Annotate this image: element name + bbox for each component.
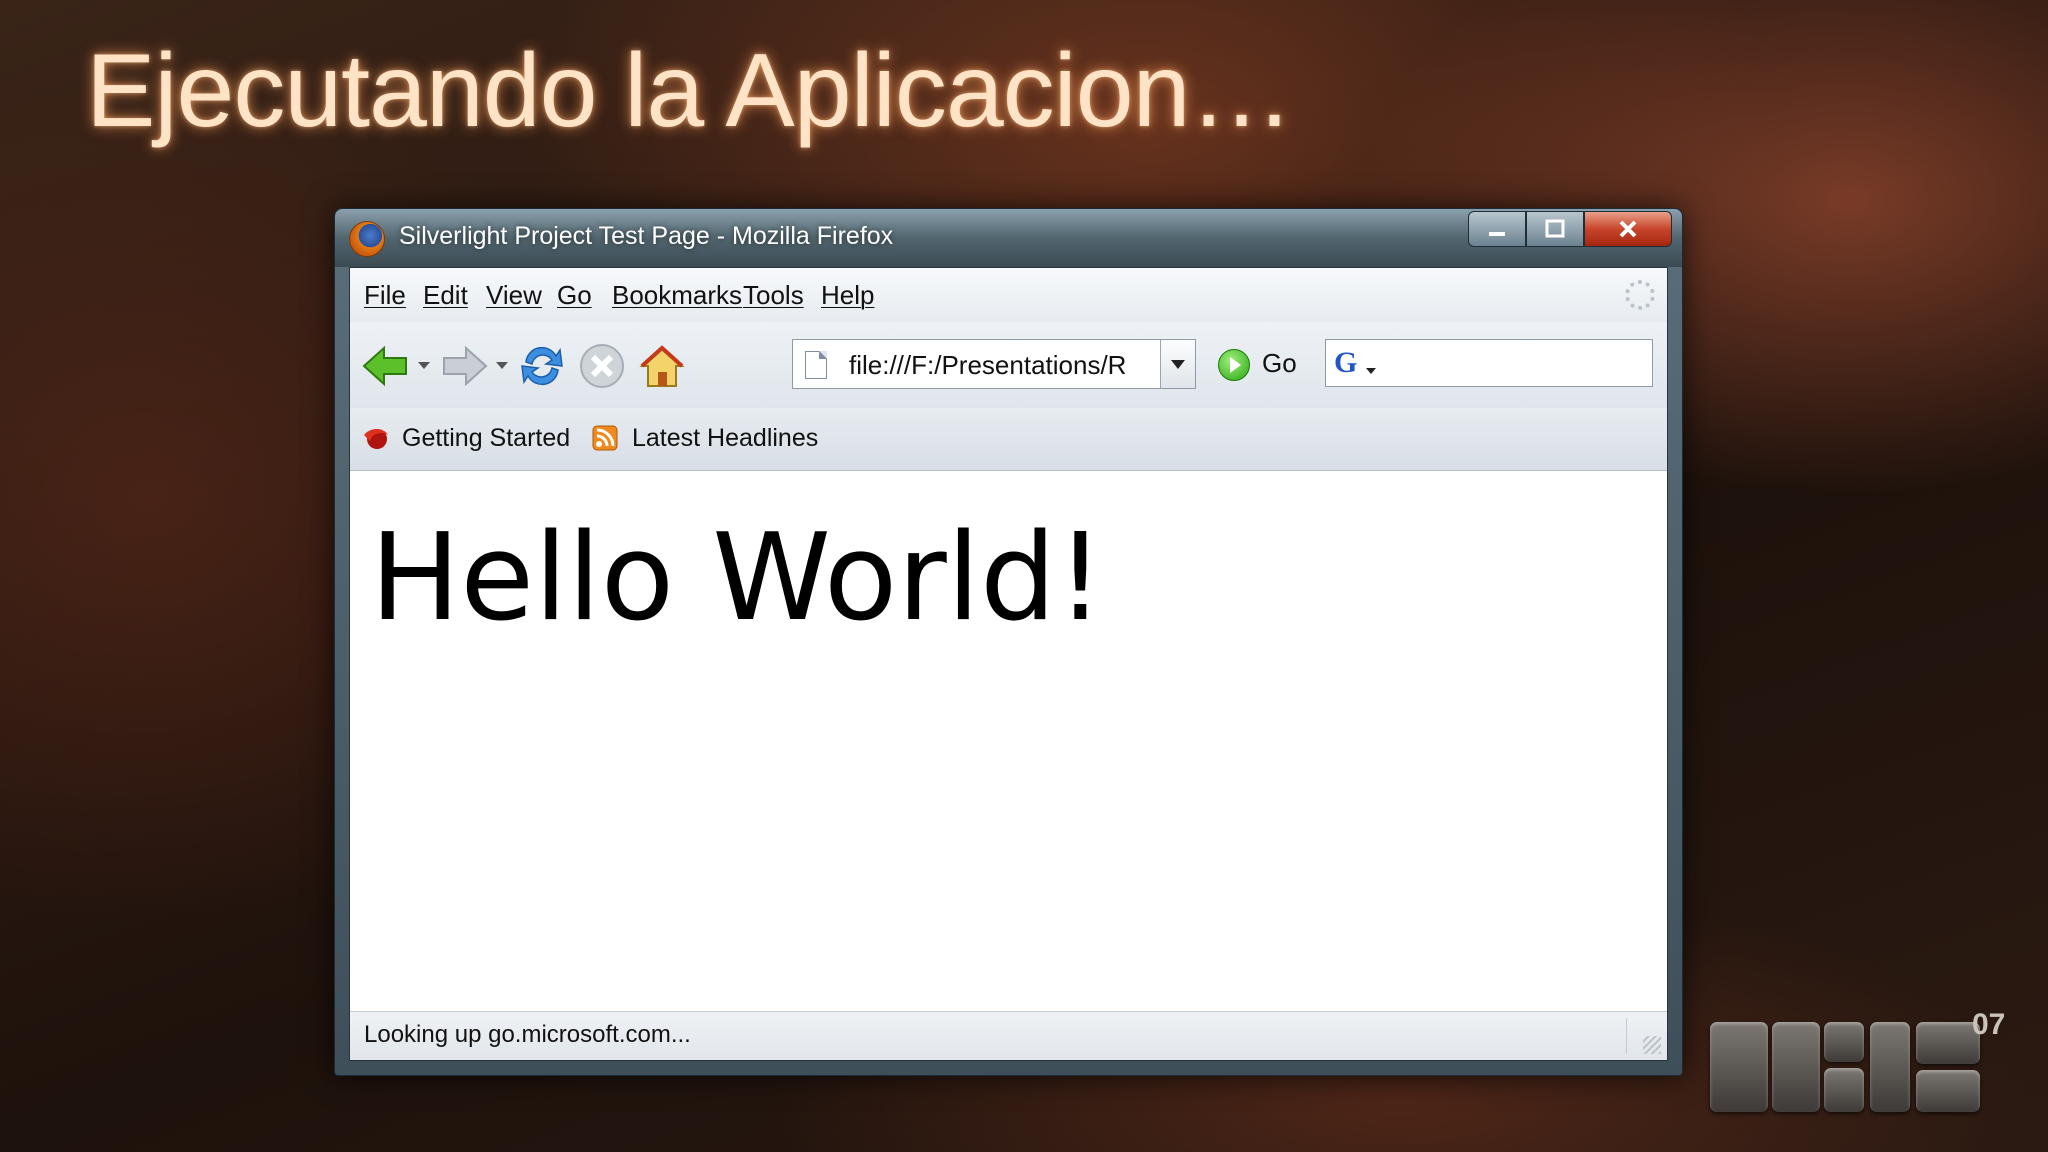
maximize-icon	[1545, 219, 1565, 238]
minimize-button[interactable]	[1468, 211, 1526, 247]
stop-icon[interactable]	[576, 340, 628, 392]
reload-icon[interactable]	[516, 340, 568, 392]
status-bar: Looking up go.microsoft.com...	[350, 1012, 1667, 1060]
chevron-down-icon	[1171, 359, 1185, 369]
bookmark-label: Getting Started	[402, 424, 571, 452]
page-content: Hello World!	[350, 471, 1667, 1012]
menu-edit[interactable]: Edit	[423, 280, 468, 311]
status-text: Looking up go.microsoft.com...	[364, 1021, 691, 1048]
search-engine-dropdown[interactable]	[1366, 368, 1376, 374]
home-icon[interactable]	[636, 340, 688, 392]
mix-year: 07	[1972, 1008, 2006, 1041]
go-arrow-icon[interactable]	[1218, 349, 1250, 381]
bookmark-getting-started[interactable]: Getting Started	[362, 424, 570, 453]
bookmark-label: Latest Headlines	[632, 424, 819, 452]
mix-logo	[1710, 1012, 1990, 1122]
forward-history-dropdown[interactable]	[496, 362, 508, 369]
menu-help[interactable]: Help	[821, 280, 874, 311]
status-divider	[1626, 1018, 1627, 1054]
go-button[interactable]: Go	[1262, 348, 1297, 379]
menu-bookmarks[interactable]: Bookmarks	[612, 280, 742, 311]
bookmarks-toolbar: Getting Started Latest Headlines	[350, 408, 1667, 471]
address-bar[interactable]: file:///F:/Presentations/R	[792, 339, 1196, 389]
navigation-toolbar: file:///F:/Presentations/R Go G	[350, 322, 1667, 409]
menu-bar: File Edit View Go Bookmarks Tools Help	[350, 268, 1667, 323]
firefox-icon	[364, 428, 388, 449]
throbber-icon	[1625, 280, 1655, 310]
minimize-icon	[1489, 232, 1505, 236]
bookmark-latest-headlines[interactable]: Latest Headlines	[592, 424, 818, 453]
firefox-window: Silverlight Project Test Page - Mozilla …	[334, 208, 1683, 1076]
close-button[interactable]	[1584, 211, 1672, 247]
forward-arrow-icon[interactable]	[438, 340, 490, 392]
title-bar[interactable]: Silverlight Project Test Page - Mozilla …	[335, 209, 1682, 267]
menu-view[interactable]: View	[486, 280, 542, 311]
window-title: Silverlight Project Test Page - Mozilla …	[399, 222, 894, 250]
menu-file[interactable]: File	[364, 280, 406, 311]
url-history-dropdown[interactable]	[1160, 340, 1195, 388]
search-box[interactable]: G	[1325, 339, 1653, 387]
url-field[interactable]: file:///F:/Presentations/R	[849, 350, 1149, 381]
hello-world-text: Hello World!	[370, 509, 1105, 648]
maximize-button[interactable]	[1526, 211, 1584, 247]
back-arrow-icon[interactable]	[360, 340, 412, 392]
firefox-logo-icon	[349, 221, 385, 257]
page-icon	[805, 351, 827, 379]
browser-client: File Edit View Go Bookmarks Tools Help f…	[349, 267, 1668, 1061]
menu-tools[interactable]: Tools	[743, 280, 804, 311]
slide-title: Ejecutando la Aplicacion…	[86, 33, 1293, 149]
back-history-dropdown[interactable]	[418, 362, 430, 369]
window-controls	[1468, 211, 1672, 247]
google-search-engine-icon[interactable]: G	[1334, 346, 1357, 380]
menu-go[interactable]: Go	[557, 280, 592, 311]
close-icon	[1619, 220, 1637, 238]
resize-grip-icon[interactable]	[1643, 1036, 1661, 1054]
rss-feed-icon	[592, 425, 618, 450]
